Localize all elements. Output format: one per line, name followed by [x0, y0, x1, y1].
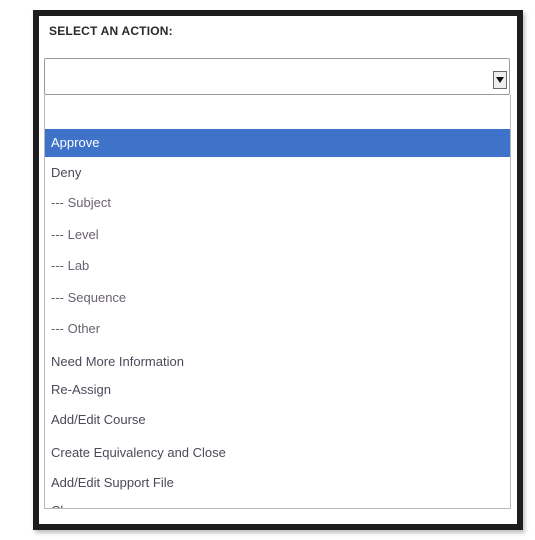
action-dialog: SELECT AN ACTION: Approve Deny --- Subje… — [33, 10, 523, 530]
dropdown-arrow-button[interactable] — [493, 71, 507, 89]
option-approve[interactable]: Approve — [45, 129, 510, 157]
option-deny[interactable]: Deny — [45, 159, 510, 187]
option-need-more-information[interactable]: Need More Information — [45, 348, 510, 376]
option-close[interactable]: Close — [45, 497, 510, 508]
option-add-edit-course[interactable]: Add/Edit Course — [45, 406, 510, 434]
option-subject[interactable]: --- Subject — [45, 189, 510, 217]
option-re-assign[interactable]: Re-Assign — [45, 376, 510, 404]
action-select[interactable] — [44, 58, 510, 95]
option-other[interactable]: --- Other — [45, 315, 510, 343]
option-create-equivalency-and-close[interactable]: Create Equivalency and Close — [45, 439, 510, 467]
option-sequence[interactable]: --- Sequence — [45, 284, 510, 312]
option-lab[interactable]: --- Lab — [45, 252, 510, 280]
chevron-down-icon — [496, 77, 504, 83]
option-add-edit-support-file[interactable]: Add/Edit Support File — [45, 469, 510, 497]
dialog-title: SELECT AN ACTION: — [49, 24, 173, 38]
option-blank[interactable] — [45, 95, 510, 123]
action-options-list[interactable]: Approve Deny --- Subject --- Level --- L… — [44, 95, 511, 509]
option-level[interactable]: --- Level — [45, 221, 510, 249]
